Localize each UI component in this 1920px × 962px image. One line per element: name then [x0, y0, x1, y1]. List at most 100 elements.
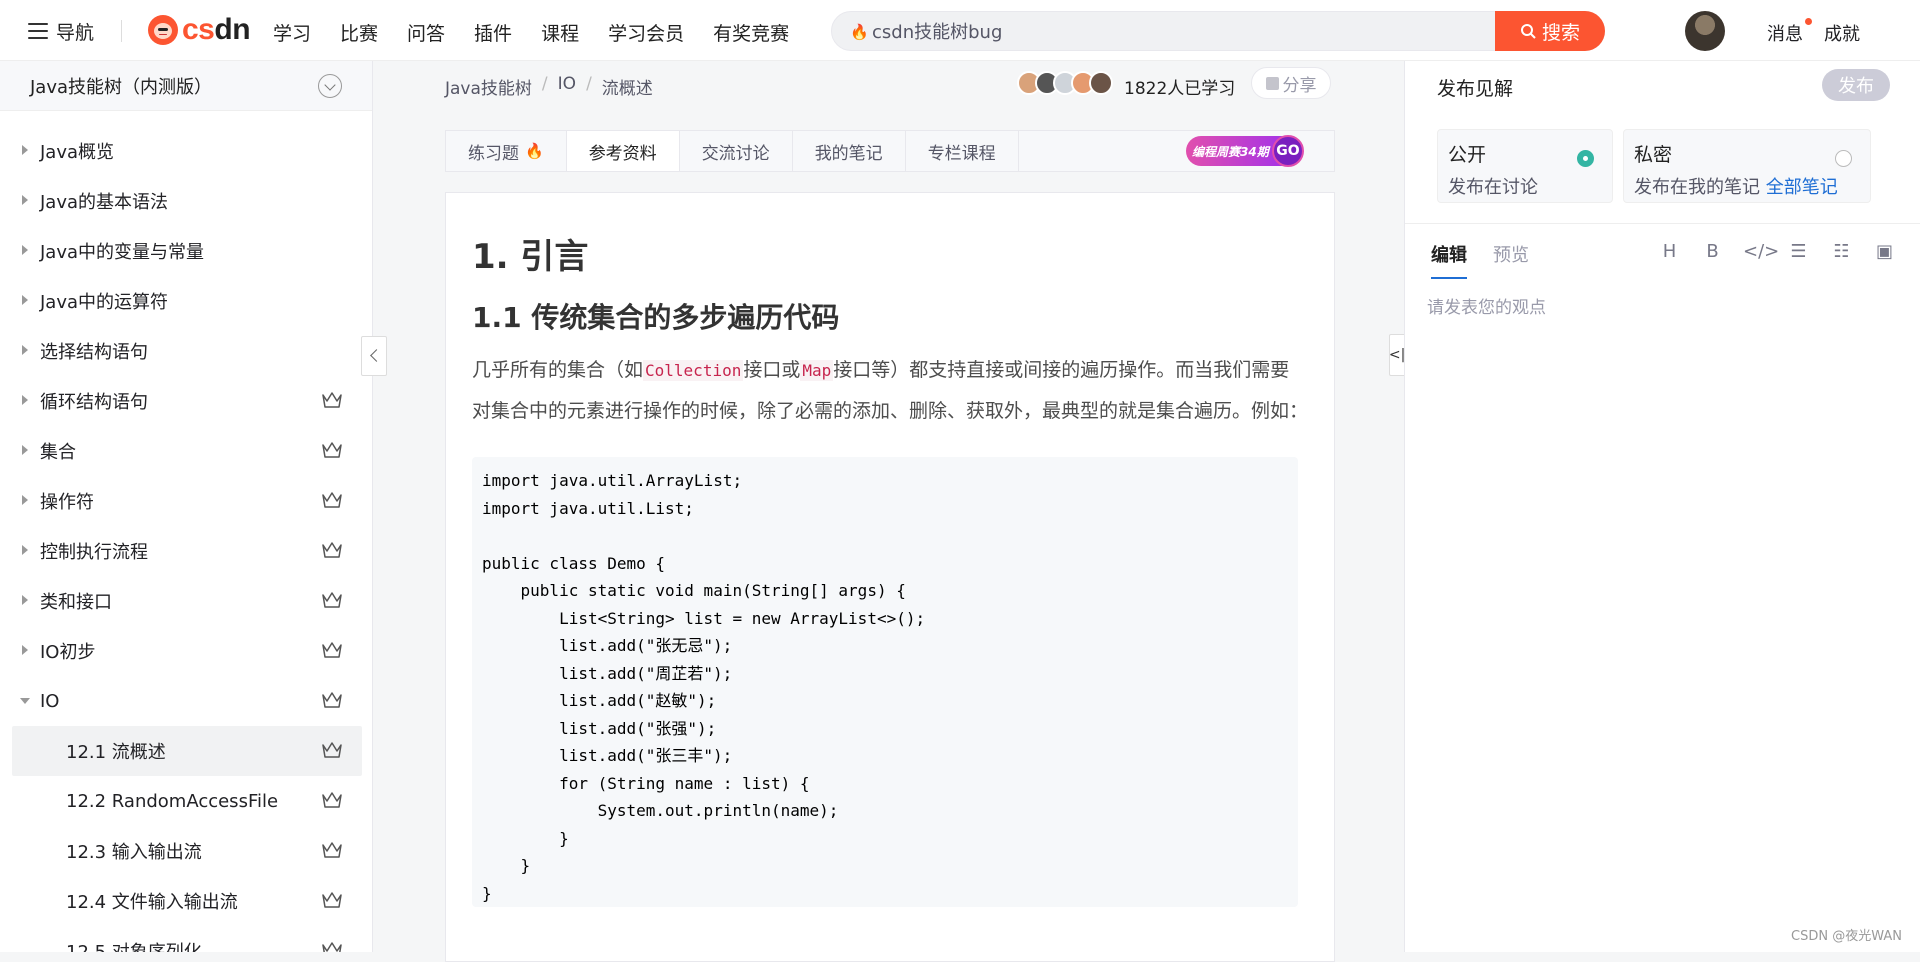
user-avatar[interactable]	[1685, 11, 1725, 51]
publish-panel: 发布见解 发布 公开 发布在讨论 私密 发布在我的笔记 全部笔记 编辑 预览 H…	[1404, 61, 1920, 952]
caret-right-icon[interactable]	[22, 395, 28, 405]
learner-count: 1822人已学习	[1124, 79, 1236, 99]
tab-discussion[interactable]: 交流讨论	[680, 131, 793, 171]
sidebar-item-label: 12.4 文件输入输出流	[66, 892, 238, 913]
nav-link-course[interactable]: 课程	[541, 19, 579, 46]
caret-right-icon[interactable]	[22, 295, 28, 305]
nav-link-contest[interactable]: 比赛	[340, 19, 378, 46]
tab-column-courses[interactable]: 专栏课程	[906, 131, 1019, 171]
divider	[121, 20, 122, 42]
sidebar-item[interactable]: 循环结构语句	[12, 376, 362, 426]
radio-selected[interactable]	[1577, 150, 1594, 167]
sidebar-item[interactable]: 选择结构语句	[12, 326, 362, 376]
bold-icon[interactable]: B	[1700, 241, 1725, 262]
go-button[interactable]: GO	[1272, 135, 1304, 167]
option-desc: 发布在我的笔记 全部笔记	[1634, 177, 1838, 198]
nav-menu-label: 导航	[56, 21, 95, 44]
caret-right-icon[interactable]	[22, 495, 28, 505]
visibility-private-option[interactable]: 私密 发布在我的笔记 全部笔记	[1623, 129, 1871, 203]
publish-panel-title: 发布见解	[1437, 78, 1514, 100]
messages-link[interactable]: 消息	[1767, 20, 1803, 46]
crown-icon	[321, 491, 343, 509]
all-notes-link[interactable]: 全部笔记	[1766, 177, 1838, 198]
caret-right-icon[interactable]	[22, 445, 28, 455]
comment-editor[interactable]: 请发表您的观点	[1427, 293, 1546, 318]
search-input[interactable]	[872, 12, 1312, 50]
numbered-list-icon[interactable]: ☷	[1829, 241, 1854, 262]
sidebar-item[interactable]: 12.2 RandomAccessFile	[12, 776, 362, 826]
skill-tree-sidebar: Java技能树（内测版） Java概览 Java的基本语法 Java中的变量与常量 J…	[0, 61, 373, 952]
caret-right-icon[interactable]	[22, 195, 28, 205]
tab-label: 我的笔记	[814, 143, 883, 164]
caret-right-icon[interactable]	[22, 345, 28, 355]
csdn-mascot-icon	[148, 15, 178, 45]
breadcrumb-item[interactable]: Java技能树	[445, 74, 532, 99]
sidebar-item[interactable]: 集合	[12, 426, 362, 476]
sidebar-item[interactable]: 12.1 流概述	[12, 726, 362, 776]
weekly-contest-badge[interactable]: 编程周赛34期 GO	[1186, 135, 1304, 167]
breadcrumb-item[interactable]: IO	[558, 74, 576, 99]
tab-references[interactable]: 参考资料	[566, 131, 680, 171]
tab-edit[interactable]: 编辑	[1431, 241, 1467, 279]
caret-right-icon[interactable]	[22, 545, 28, 555]
skill-tree-selector[interactable]: Java技能树（内测版）	[0, 61, 372, 111]
sidebar-item-label: 12.2 RandomAccessFile	[66, 790, 279, 812]
bullet-list-icon[interactable]: ☰	[1786, 241, 1811, 262]
crown-icon	[321, 641, 343, 659]
sidebar-item[interactable]: Java的基本语法	[12, 176, 362, 226]
nav-link-qa[interactable]: 问答	[407, 19, 445, 46]
nav-link-study[interactable]: 学习	[273, 19, 311, 46]
sidebar-item[interactable]: IO初步	[12, 626, 362, 676]
caret-right-icon[interactable]	[22, 145, 28, 155]
sidebar-item[interactable]: 12.5 对象序列化	[12, 926, 362, 952]
breadcrumb-item[interactable]: 流概述	[602, 74, 653, 99]
crown-icon	[321, 741, 343, 759]
achievements-link[interactable]: 成就	[1824, 20, 1860, 46]
sidebar-item[interactable]: Java中的变量与常量	[12, 226, 362, 276]
sidebar-item[interactable]: 操作符	[12, 476, 362, 526]
caret-right-icon[interactable]	[22, 645, 28, 655]
nav-link-membership[interactable]: 学习会员	[608, 19, 684, 46]
caret-right-icon[interactable]	[22, 595, 28, 605]
breadcrumb: Java技能树 / IO / 流概述	[445, 74, 653, 99]
sidebar-item[interactable]: 12.3 输入输出流	[12, 826, 362, 876]
sidebar-item[interactable]: Java中的运算符	[12, 276, 362, 326]
weekly-contest-label: 编程周赛34期	[1192, 144, 1269, 159]
code-icon[interactable]: </>	[1743, 241, 1779, 262]
chevron-down-icon[interactable]	[318, 74, 342, 98]
learner-avatars	[1017, 71, 1113, 95]
search-button[interactable]: 搜索	[1495, 11, 1605, 51]
editor-toolbar: H B </> ☰ ☷ ▣	[1657, 241, 1897, 262]
radio-unselected[interactable]	[1835, 150, 1852, 167]
tab-label: 交流讨论	[701, 143, 770, 164]
heading-icon[interactable]: H	[1657, 241, 1682, 262]
sidebar-item[interactable]: 控制执行流程	[12, 526, 362, 576]
caret-right-icon[interactable]	[22, 245, 28, 255]
crown-icon	[321, 941, 343, 952]
tab-my-notes[interactable]: 我的笔记	[793, 131, 906, 171]
share-button[interactable]: 分享	[1251, 67, 1331, 99]
skill-tree-title: Java技能树（内测版）	[30, 76, 213, 98]
sidebar-item[interactable]: Java概览	[12, 126, 362, 176]
nav-link-prize-contest[interactable]: 有奖竞赛	[713, 19, 789, 46]
share-label: 分享	[1282, 75, 1317, 96]
sidebar-item-label: Java中的变量与常量	[40, 242, 205, 263]
sidebar-item-label: 类和接口	[40, 592, 112, 613]
image-icon[interactable]: ▣	[1872, 241, 1897, 262]
sidebar-item[interactable]: 类和接口	[12, 576, 362, 626]
sidebar-item[interactable]: 12.4 文件输入输出流	[12, 876, 362, 926]
inline-code: Collection	[643, 360, 744, 381]
publish-button[interactable]: 发布	[1822, 69, 1890, 101]
caret-down-icon[interactable]	[20, 698, 30, 704]
nav-menu-button[interactable]: 导航	[28, 18, 94, 44]
visibility-public-option[interactable]: 公开 发布在讨论	[1437, 129, 1613, 203]
tab-label: 参考资料	[588, 143, 657, 164]
sidebar-item[interactable]: IO	[12, 676, 362, 726]
tab-exercises[interactable]: 练习题 🔥	[446, 131, 567, 171]
search-button-label: 搜索	[1541, 21, 1580, 44]
tab-label: 专栏课程	[927, 143, 996, 164]
article-heading-1: 1. 引言	[472, 237, 589, 277]
csdn-logo[interactable]: csdn	[148, 13, 251, 47]
nav-link-plugin[interactable]: 插件	[474, 19, 512, 46]
tab-preview[interactable]: 预览	[1493, 241, 1529, 279]
